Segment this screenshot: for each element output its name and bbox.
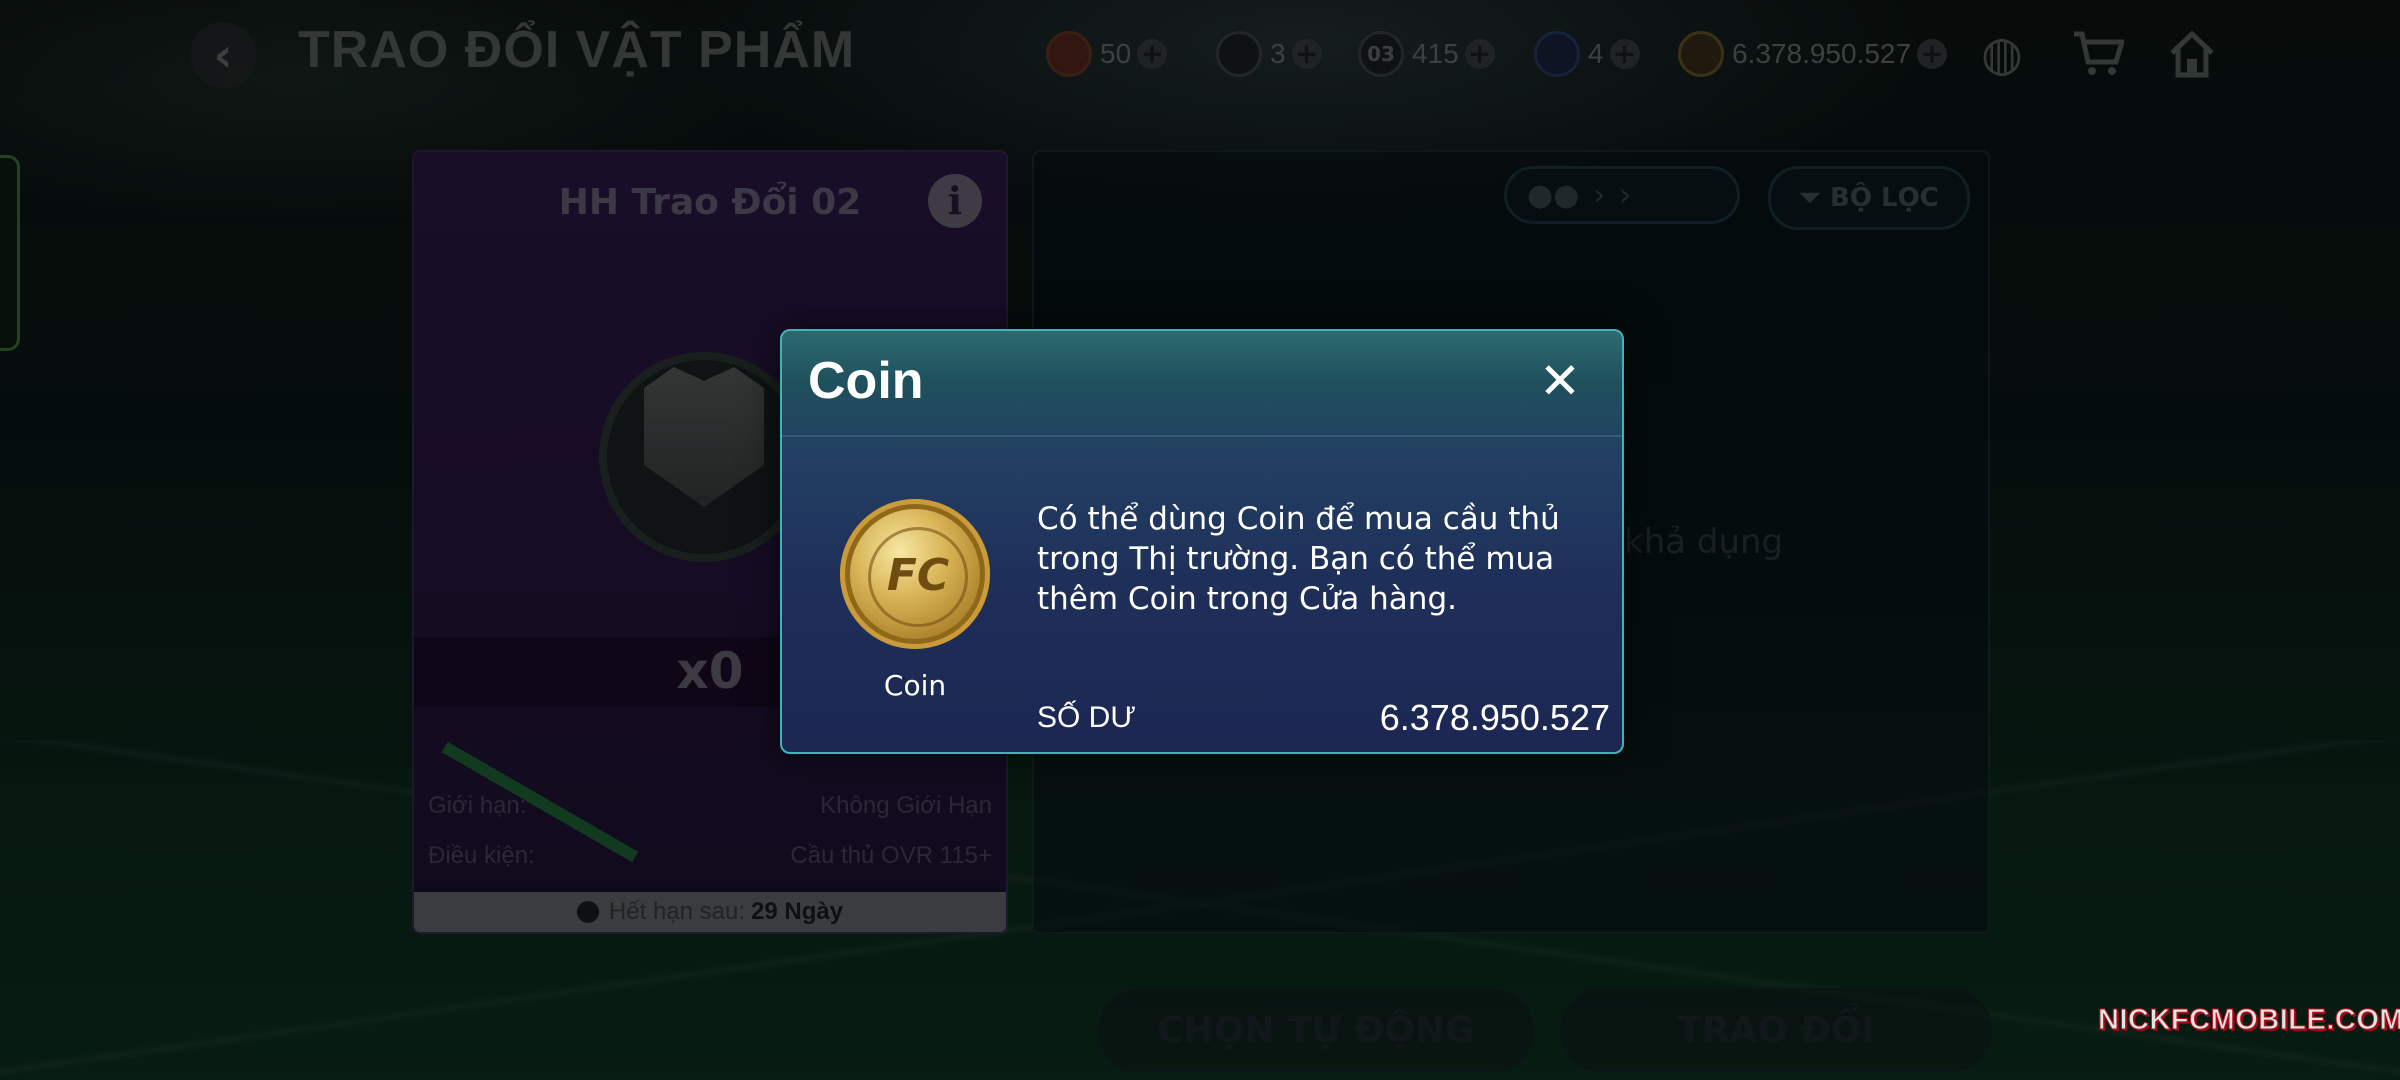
watermark: NICKFCMOBILE.COM bbox=[2097, 1004, 2400, 1037]
balance-value: 6.378.950.527 bbox=[1379, 697, 1610, 738]
coin-info-dialog: Coin ✕ FC Coin Có thể dùng Coin để mua c… bbox=[780, 329, 1624, 754]
dialog-title: Coin bbox=[808, 352, 924, 410]
coin-icon: FC bbox=[840, 499, 990, 649]
fc-logo-icon: FC bbox=[886, 550, 950, 601]
coin-label: Coin bbox=[883, 669, 947, 702]
balance-label: SỐ DƯ bbox=[1037, 701, 1136, 734]
coin-emblem: FC bbox=[868, 527, 968, 627]
dialog-description: Có thể dùng Coin để mua cầu thủ trong Th… bbox=[1037, 501, 1560, 617]
dialog-header: Coin ✕ bbox=[782, 331, 1622, 437]
close-icon[interactable]: ✕ bbox=[1534, 355, 1586, 407]
